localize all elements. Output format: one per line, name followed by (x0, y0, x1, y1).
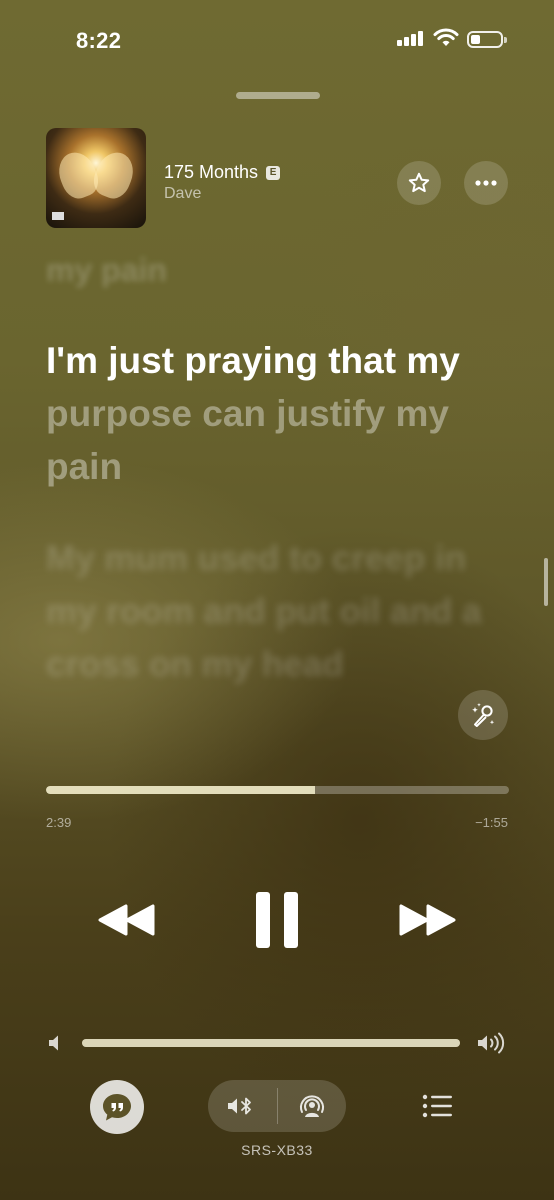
song-title: 175 Months (164, 162, 259, 182)
fast-forward-icon (399, 904, 456, 936)
sing-button[interactable] (458, 690, 508, 740)
sheet-grabber[interactable] (236, 92, 320, 99)
airplay-button[interactable] (278, 1080, 347, 1132)
lyric-sung-text: I'm just praying that my (46, 340, 460, 381)
remaining-time: −1:55 (475, 815, 508, 830)
volume-level-fill (82, 1039, 460, 1047)
airplay-audio-icon (299, 1095, 324, 1117)
pause-icon (256, 892, 298, 948)
lyrics-toggle-button[interactable] (90, 1080, 144, 1134)
lyric-line-current[interactable]: I'm just praying that my purpose can jus… (46, 334, 526, 493)
status-time: 8:22 (76, 28, 122, 53)
star-icon (408, 172, 430, 193)
microphone-sparkle-icon (472, 703, 495, 727)
ellipsis-icon (475, 180, 497, 186)
speaker-high-icon (478, 1032, 505, 1054)
more-button[interactable] (464, 161, 508, 205)
artist-name[interactable]: Dave (164, 185, 201, 203)
playback-progress-fill (46, 786, 315, 794)
output-device-name: SRS-XB33 (241, 1142, 313, 1158)
lyrics-scrollbar[interactable] (544, 558, 548, 606)
list-icon (422, 1094, 452, 1118)
fast-forward-button[interactable] (396, 898, 458, 942)
lyric-line-previous[interactable]: my pain (46, 252, 167, 289)
album-artwork[interactable] (46, 128, 146, 228)
lyric-unsung-text: purpose can justify my pain (46, 393, 449, 487)
quote-bubble-icon (103, 1094, 131, 1121)
playback-scrubber[interactable] (46, 786, 509, 794)
lyric-line-next[interactable]: My mum used to creep in my room and put … (46, 532, 516, 691)
speaker-low-icon (49, 1035, 58, 1051)
wifi-icon (433, 28, 459, 46)
rewind-button[interactable] (96, 898, 158, 942)
explicit-badge: E (266, 165, 281, 180)
queue-button[interactable] (420, 1090, 456, 1122)
elapsed-time: 2:39 (46, 815, 72, 830)
speaker-bluetooth-icon (228, 1097, 252, 1115)
volume-slider[interactable] (82, 1039, 460, 1047)
cellular-signal-icon (397, 30, 425, 46)
battery-icon (467, 31, 507, 48)
rewind-icon (98, 904, 155, 936)
audio-output-pill (208, 1080, 346, 1132)
bluetooth-device-button[interactable] (208, 1080, 277, 1132)
song-title-row[interactable]: 175 Months E (164, 162, 281, 183)
favorite-button[interactable] (397, 161, 441, 205)
pause-button[interactable] (254, 890, 300, 950)
